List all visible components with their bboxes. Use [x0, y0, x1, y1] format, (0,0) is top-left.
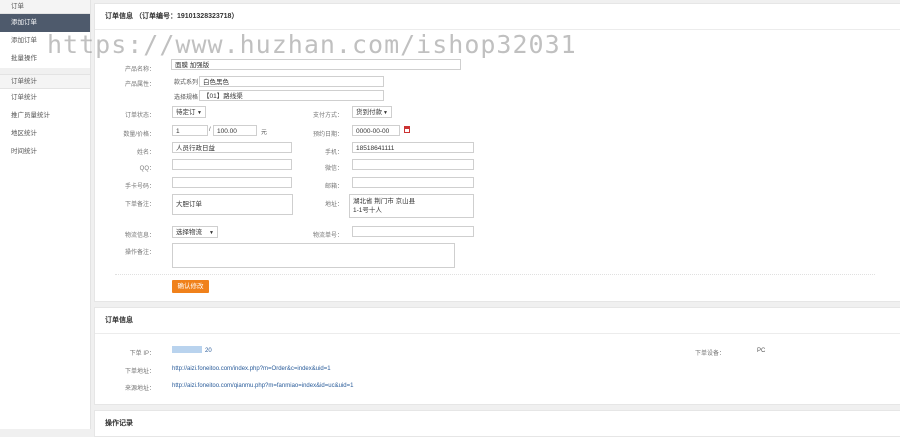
logistics-value: 选择物流: [176, 229, 202, 236]
wechat-label: 微信：: [324, 166, 343, 172]
pay-method-value: 货到付款: [356, 109, 382, 116]
device-value: PC: [757, 348, 766, 354]
sidebar-group-order: 订单: [0, 0, 90, 14]
order-url-link[interactable]: http://aizi.foneitoo.com/index.php?m=Ord…: [172, 366, 331, 372]
oplog-title: 操作记录: [105, 420, 133, 427]
phone-input[interactable]: 18518641111: [352, 142, 474, 153]
confirm-edit-button[interactable]: 确认修改: [172, 280, 209, 293]
order-remark-label: 下单备注：: [124, 202, 155, 208]
sidebar-item-promoter-stats[interactable]: 推广员量统计: [0, 107, 90, 125]
calendar-icon[interactable]: [404, 126, 410, 133]
ip-redaction: [172, 346, 202, 353]
order-status-label: 订单状态：: [124, 113, 155, 119]
tracking-input[interactable]: [352, 226, 474, 237]
op-remark-textarea[interactable]: [172, 243, 455, 268]
address-label: 地址：: [324, 202, 343, 208]
product-name-input[interactable]: 面膜 加强版: [171, 59, 461, 70]
source-url-label: 来源地址：: [124, 386, 155, 392]
chevron-down-icon: ▼: [209, 230, 214, 236]
sidebar-item-time-stats[interactable]: 时间统计: [0, 143, 90, 161]
qq-label: QQ：: [139, 166, 155, 172]
sidebar: 订单 添加订单 添加订单 批量操作 订单统计 订单统计 推广员量统计 地区统计 …: [0, 0, 91, 429]
email-input[interactable]: [352, 177, 474, 188]
form-divider: [115, 274, 875, 275]
product-attr-label: 产品属性：: [124, 82, 155, 88]
date-label: 预约日期：: [312, 132, 343, 138]
address-line-1: 湖北省 荆门市 京山县: [353, 198, 416, 205]
fixed-phone-input[interactable]: [172, 177, 292, 188]
oplog-panel: 操作记录: [94, 410, 900, 437]
attr-combo-input[interactable]: 【01】路线渠: [199, 90, 384, 101]
logistics-label: 物流信息：: [124, 233, 155, 239]
qty-price-label: 数量/价格：: [123, 132, 155, 138]
order-info-title: 订单信息: [95, 308, 900, 334]
main-content: 订单信息 （订单编号：19101328323718） 产品名称： 面膜 加强版 …: [94, 0, 900, 437]
pay-method-label: 支付方式：: [312, 113, 343, 119]
sidebar-item-batch[interactable]: 批量操作: [0, 50, 90, 68]
email-label: 邮箱：: [324, 184, 343, 190]
source-url-link[interactable]: http://aizi.foneitoo.com/qianmu.php?m=fa…: [172, 383, 353, 389]
price-unit: 元: [261, 130, 268, 136]
order-edit-panel: 订单信息 （订单编号：19101328323718） 产品名称： 面膜 加强版 …: [94, 3, 900, 302]
op-remark-label: 操作备注：: [124, 250, 155, 256]
order-url-label: 下单地址：: [124, 369, 155, 375]
qq-input[interactable]: [172, 159, 292, 170]
logistics-select[interactable]: 选择物流 ▼: [172, 226, 218, 238]
address-textarea[interactable]: 湖北省 荆门市 京山县 1-1号十人: [349, 194, 474, 218]
name-label: 姓名：: [136, 150, 155, 156]
chevron-down-icon: ▼: [197, 110, 202, 116]
sidebar-item-add-order-2[interactable]: 添加订单: [0, 32, 90, 50]
wechat-input[interactable]: [352, 159, 474, 170]
order-status-value: 待定订: [176, 109, 196, 116]
price-input[interactable]: 100.00: [213, 125, 257, 136]
fixed-phone-label: 手卡号码：: [124, 184, 155, 190]
ip-value: 20: [205, 348, 212, 354]
product-name-label: 产品名称：: [124, 67, 155, 73]
name-input[interactable]: 人员行政日益: [172, 142, 292, 153]
sidebar-item-region-stats[interactable]: 地区统计: [0, 125, 90, 143]
order-status-select[interactable]: 待定订 ▼: [172, 106, 206, 118]
sidebar-item-order-stats[interactable]: 订单统计: [0, 89, 90, 107]
pay-method-select[interactable]: 货到付款 ▼: [352, 106, 392, 118]
tracking-label: 物流单号：: [312, 233, 343, 239]
slash-separator: /: [209, 127, 211, 133]
chevron-down-icon: ▼: [383, 110, 388, 116]
qty-input[interactable]: 1: [172, 125, 208, 136]
date-input[interactable]: 0000-00-00: [352, 125, 400, 136]
device-label: 下单设备：: [694, 351, 725, 357]
phone-label: 手机：: [324, 150, 343, 156]
sidebar-item-add-order[interactable]: 添加订单: [0, 14, 90, 32]
sidebar-group-stats: 订单统计: [0, 74, 90, 89]
attr-series-input[interactable]: 白色黑色: [199, 76, 384, 87]
address-line-2: 1-1号十人: [353, 207, 382, 214]
ip-label: 下单 IP：: [129, 351, 155, 357]
order-remark-textarea[interactable]: 大胆订单: [172, 194, 293, 215]
order-info-panel: 订单信息 下单 IP： 20 下单设备： PC 下单地址： http://aiz…: [94, 307, 900, 405]
order-edit-title: 订单信息 （订单编号：19101328323718）: [95, 4, 900, 30]
